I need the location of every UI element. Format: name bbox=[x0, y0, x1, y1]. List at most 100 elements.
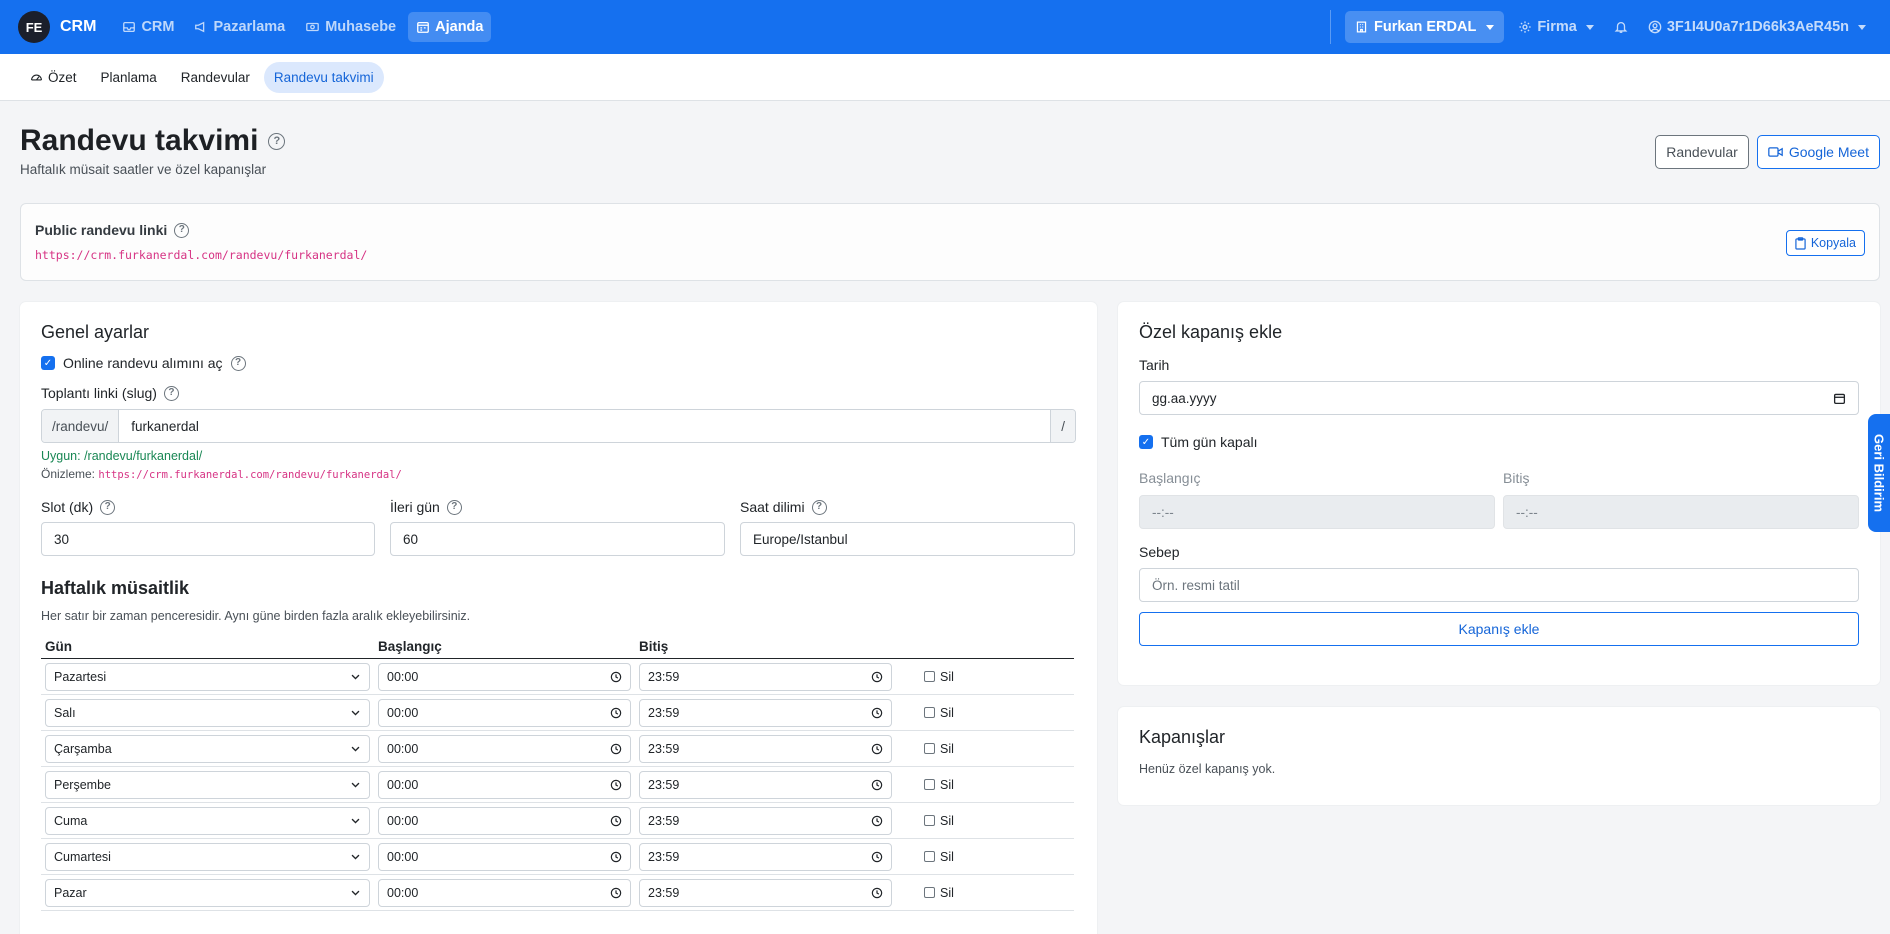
checkbox-unchecked-icon[interactable] bbox=[924, 779, 935, 790]
clock-icon[interactable] bbox=[610, 671, 622, 683]
clock-icon[interactable] bbox=[871, 815, 883, 827]
date-input[interactable]: gg.aa.yyyy bbox=[1139, 381, 1859, 415]
day-select[interactable]: Pazar bbox=[45, 878, 370, 907]
clock-icon[interactable] bbox=[610, 743, 622, 755]
caret-down-icon bbox=[1585, 24, 1594, 30]
end-time-value: 23:59 bbox=[648, 669, 680, 684]
clock-icon[interactable] bbox=[871, 743, 883, 755]
closure-form-title: Özel kapanış ekle bbox=[1139, 322, 1283, 342]
clock-icon[interactable] bbox=[610, 707, 622, 719]
day-select[interactable]: Perşembe bbox=[45, 770, 370, 799]
add-closure-button[interactable]: Kapanış ekle bbox=[1139, 612, 1859, 646]
help-icon[interactable]: ? bbox=[230, 355, 246, 371]
closure-start-input[interactable]: --:-- bbox=[1139, 495, 1495, 529]
speedometer-icon bbox=[31, 74, 42, 81]
all-day-toggle[interactable]: ✓ Tüm gün kapalı bbox=[1139, 434, 1859, 450]
checkbox-unchecked-icon[interactable] bbox=[924, 707, 935, 718]
start-time-input[interactable]: 00:00 bbox=[378, 806, 631, 835]
end-time-input[interactable]: 23:59 bbox=[639, 698, 892, 727]
subnav-randevular[interactable]: Randevular bbox=[171, 62, 260, 93]
nav-muhasebe-label: Muhasebe bbox=[325, 19, 397, 35]
preview-url[interactable]: https://crm.furkanerdal.com/randevu/furk… bbox=[98, 469, 401, 481]
help-icon[interactable]: ? bbox=[174, 222, 190, 238]
delete-toggle[interactable]: Sil bbox=[900, 814, 1070, 828]
end-time-input[interactable]: 23:59 bbox=[639, 806, 892, 835]
help-icon[interactable]: ? bbox=[268, 132, 286, 150]
copy-button[interactable]: Kopyala bbox=[1785, 230, 1865, 256]
timezone-label: Saat dilimi ? bbox=[740, 499, 1075, 515]
calendar-icon[interactable] bbox=[1833, 392, 1846, 405]
nav-crm[interactable]: CRM bbox=[114, 12, 182, 42]
subnav-ozet[interactable]: Özet bbox=[20, 62, 87, 93]
slug-input[interactable]: furkanerdal bbox=[119, 410, 1050, 442]
clock-icon[interactable] bbox=[871, 671, 883, 683]
online-booking-toggle[interactable]: ✓ Online randevu alımını aç ? bbox=[41, 355, 1076, 371]
checkbox-checked-icon[interactable]: ✓ bbox=[1139, 435, 1153, 449]
public-link-url[interactable]: https://crm.furkanerdal.com/randevu/furk… bbox=[35, 248, 1865, 262]
subnav-randevu-takvimi[interactable]: Randevu takvimi bbox=[263, 61, 384, 93]
end-time-input[interactable]: 23:59 bbox=[639, 770, 892, 799]
clock-icon[interactable] bbox=[871, 851, 883, 863]
clock-icon[interactable] bbox=[610, 815, 622, 827]
closures-empty: Henüz özel kapanış yok. bbox=[1139, 762, 1276, 776]
clock-icon[interactable] bbox=[610, 851, 622, 863]
end-time-input[interactable]: 23:59 bbox=[639, 734, 892, 763]
nav-muhasebe[interactable]: Muhasebe bbox=[297, 12, 404, 42]
help-icon[interactable]: ? bbox=[163, 385, 179, 401]
feedback-tab[interactable]: Geri Bildirim bbox=[1868, 414, 1890, 532]
clock-icon[interactable] bbox=[871, 779, 883, 791]
day-select[interactable]: Çarşamba bbox=[45, 734, 370, 763]
randevular-button[interactable]: Randevular bbox=[1655, 135, 1749, 169]
start-time-input[interactable]: 00:00 bbox=[378, 662, 631, 691]
delete-toggle[interactable]: Sil bbox=[900, 706, 1070, 720]
start-time-input[interactable]: 00:00 bbox=[378, 842, 631, 871]
checkbox-unchecked-icon[interactable] bbox=[924, 851, 935, 862]
day-select[interactable]: Pazartesi bbox=[45, 662, 370, 691]
help-icon[interactable]: ? bbox=[446, 499, 462, 515]
firma-dropdown[interactable]: Firma bbox=[1512, 13, 1600, 41]
google-meet-button[interactable]: Google Meet bbox=[1756, 135, 1880, 169]
table-row: Cuma 00:00 23:59 Sil bbox=[41, 802, 1074, 839]
delete-toggle[interactable]: Sil bbox=[900, 742, 1070, 756]
delete-toggle[interactable]: Sil bbox=[900, 850, 1070, 864]
start-cell: 00:00 bbox=[374, 658, 635, 695]
notifications-button[interactable] bbox=[1608, 14, 1634, 40]
clock-icon[interactable] bbox=[610, 887, 622, 899]
start-time-input[interactable]: 00:00 bbox=[378, 698, 631, 727]
end-time-input[interactable]: 23:59 bbox=[639, 842, 892, 871]
nav-ajanda[interactable]: Ajanda bbox=[408, 12, 492, 42]
clock-icon[interactable] bbox=[610, 779, 622, 791]
start-time-input[interactable]: 00:00 bbox=[378, 770, 631, 799]
nav-pazarlama[interactable]: Pazarlama bbox=[186, 12, 293, 42]
start-time-input[interactable]: 00:00 bbox=[378, 878, 631, 907]
closure-end-input[interactable]: --:-- bbox=[1503, 495, 1859, 529]
checkbox-unchecked-icon[interactable] bbox=[924, 815, 935, 826]
help-icon[interactable]: ? bbox=[100, 499, 116, 515]
delete-toggle[interactable]: Sil bbox=[900, 886, 1070, 900]
checkbox-checked-icon[interactable]: ✓ bbox=[41, 356, 55, 370]
checkbox-unchecked-icon[interactable] bbox=[924, 887, 935, 898]
brand[interactable]: FE CRM bbox=[18, 11, 96, 43]
end-time-input[interactable]: 23:59 bbox=[639, 662, 892, 691]
timezone-input[interactable]: Europe/Istanbul bbox=[740, 522, 1075, 556]
reason-input[interactable]: Örn. resmi tatil bbox=[1139, 568, 1859, 602]
delete-toggle[interactable]: Sil bbox=[900, 778, 1070, 792]
day-select[interactable]: Salı bbox=[45, 698, 370, 727]
user-dropdown[interactable]: 3F1I4U0a7r1D66k3AeR45n bbox=[1642, 13, 1872, 41]
help-icon[interactable]: ? bbox=[811, 499, 827, 515]
checkbox-unchecked-icon[interactable] bbox=[924, 671, 935, 682]
start-time-input[interactable]: 00:00 bbox=[378, 734, 631, 763]
delete-toggle[interactable]: Sil bbox=[900, 670, 1070, 684]
clock-icon[interactable] bbox=[871, 887, 883, 899]
end-time-input[interactable]: 23:59 bbox=[639, 878, 892, 907]
ahead-days-input[interactable]: 60 bbox=[390, 522, 725, 556]
clock-icon[interactable] bbox=[871, 707, 883, 719]
delete-label: Sil bbox=[940, 705, 954, 720]
day-select[interactable]: Cumartesi bbox=[45, 842, 370, 871]
subnav-planlama[interactable]: Planlama bbox=[91, 62, 167, 93]
company-dropdown[interactable]: Furkan ERDAL bbox=[1345, 11, 1505, 43]
day-select[interactable]: Cuma bbox=[45, 806, 370, 835]
day-cell: Çarşamba bbox=[41, 730, 374, 767]
slot-input[interactable]: 30 bbox=[41, 522, 375, 556]
checkbox-unchecked-icon[interactable] bbox=[924, 743, 935, 754]
